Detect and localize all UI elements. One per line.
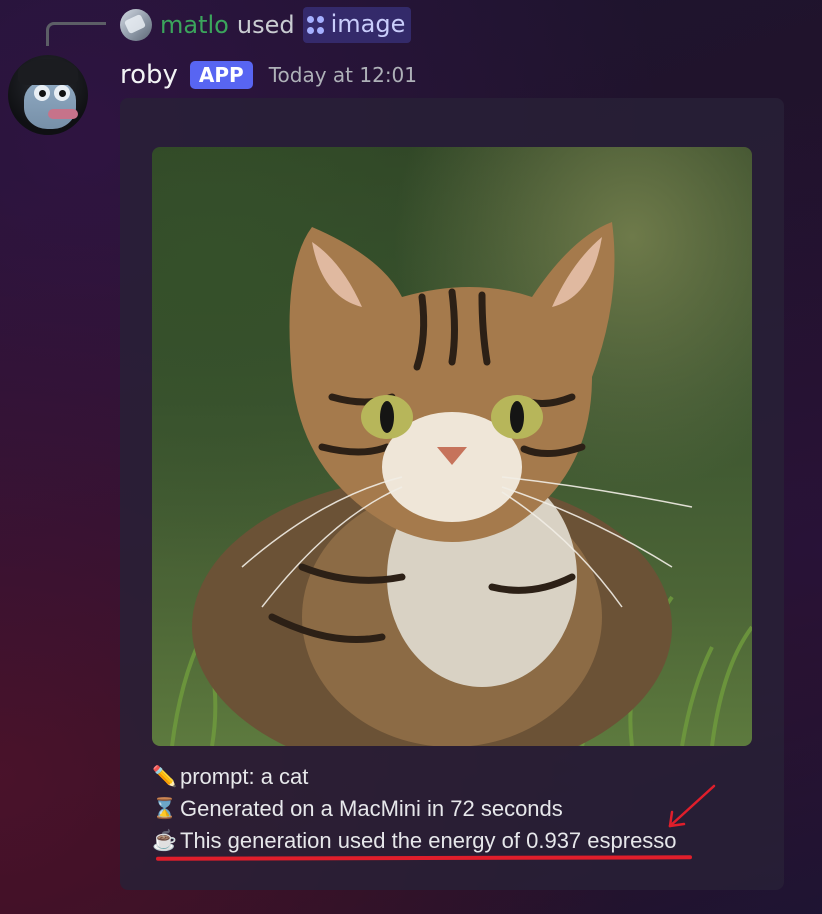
- message-header: roby APP Today at 12:01: [120, 58, 417, 92]
- reply-username[interactable]: matlo: [160, 11, 229, 39]
- energy-line: ☕ This generation used the energy of 0.9…: [152, 825, 677, 857]
- reply-used-text: used: [236, 11, 295, 39]
- slash-command-icon: [306, 16, 325, 34]
- app-badge: APP: [189, 61, 253, 89]
- message-embed: ✏️ prompt: a cat ⌛ Generated on a MacMin…: [120, 98, 784, 890]
- prompt-text: prompt: a cat: [180, 764, 309, 789]
- author-username[interactable]: roby: [120, 60, 178, 90]
- reply-reference[interactable]: matlo used image: [120, 7, 412, 43]
- pencil-icon: ✏️: [152, 766, 177, 788]
- reply-connector: [46, 22, 106, 46]
- hourglass-icon: ⌛: [152, 798, 177, 820]
- avatar[interactable]: [8, 55, 88, 135]
- coffee-icon: ☕: [152, 830, 177, 852]
- generation-time-line: ⌛ Generated on a MacMini in 72 seconds: [152, 793, 677, 825]
- reply-avatar[interactable]: [120, 9, 152, 41]
- prompt-line: ✏️ prompt: a cat: [152, 761, 677, 793]
- generation-time-text: Generated on a MacMini in 72 seconds: [180, 796, 563, 821]
- energy-text: This generation used the energy of 0.937…: [180, 828, 677, 853]
- annotation-arrow-icon: [668, 784, 716, 828]
- embed-description: ✏️ prompt: a cat ⌛ Generated on a MacMin…: [152, 761, 677, 857]
- generated-cat-image[interactable]: [152, 147, 752, 746]
- command-name: image: [330, 10, 406, 38]
- message-timestamp[interactable]: Today at 12:01: [269, 63, 417, 87]
- command-mention[interactable]: image: [302, 7, 412, 43]
